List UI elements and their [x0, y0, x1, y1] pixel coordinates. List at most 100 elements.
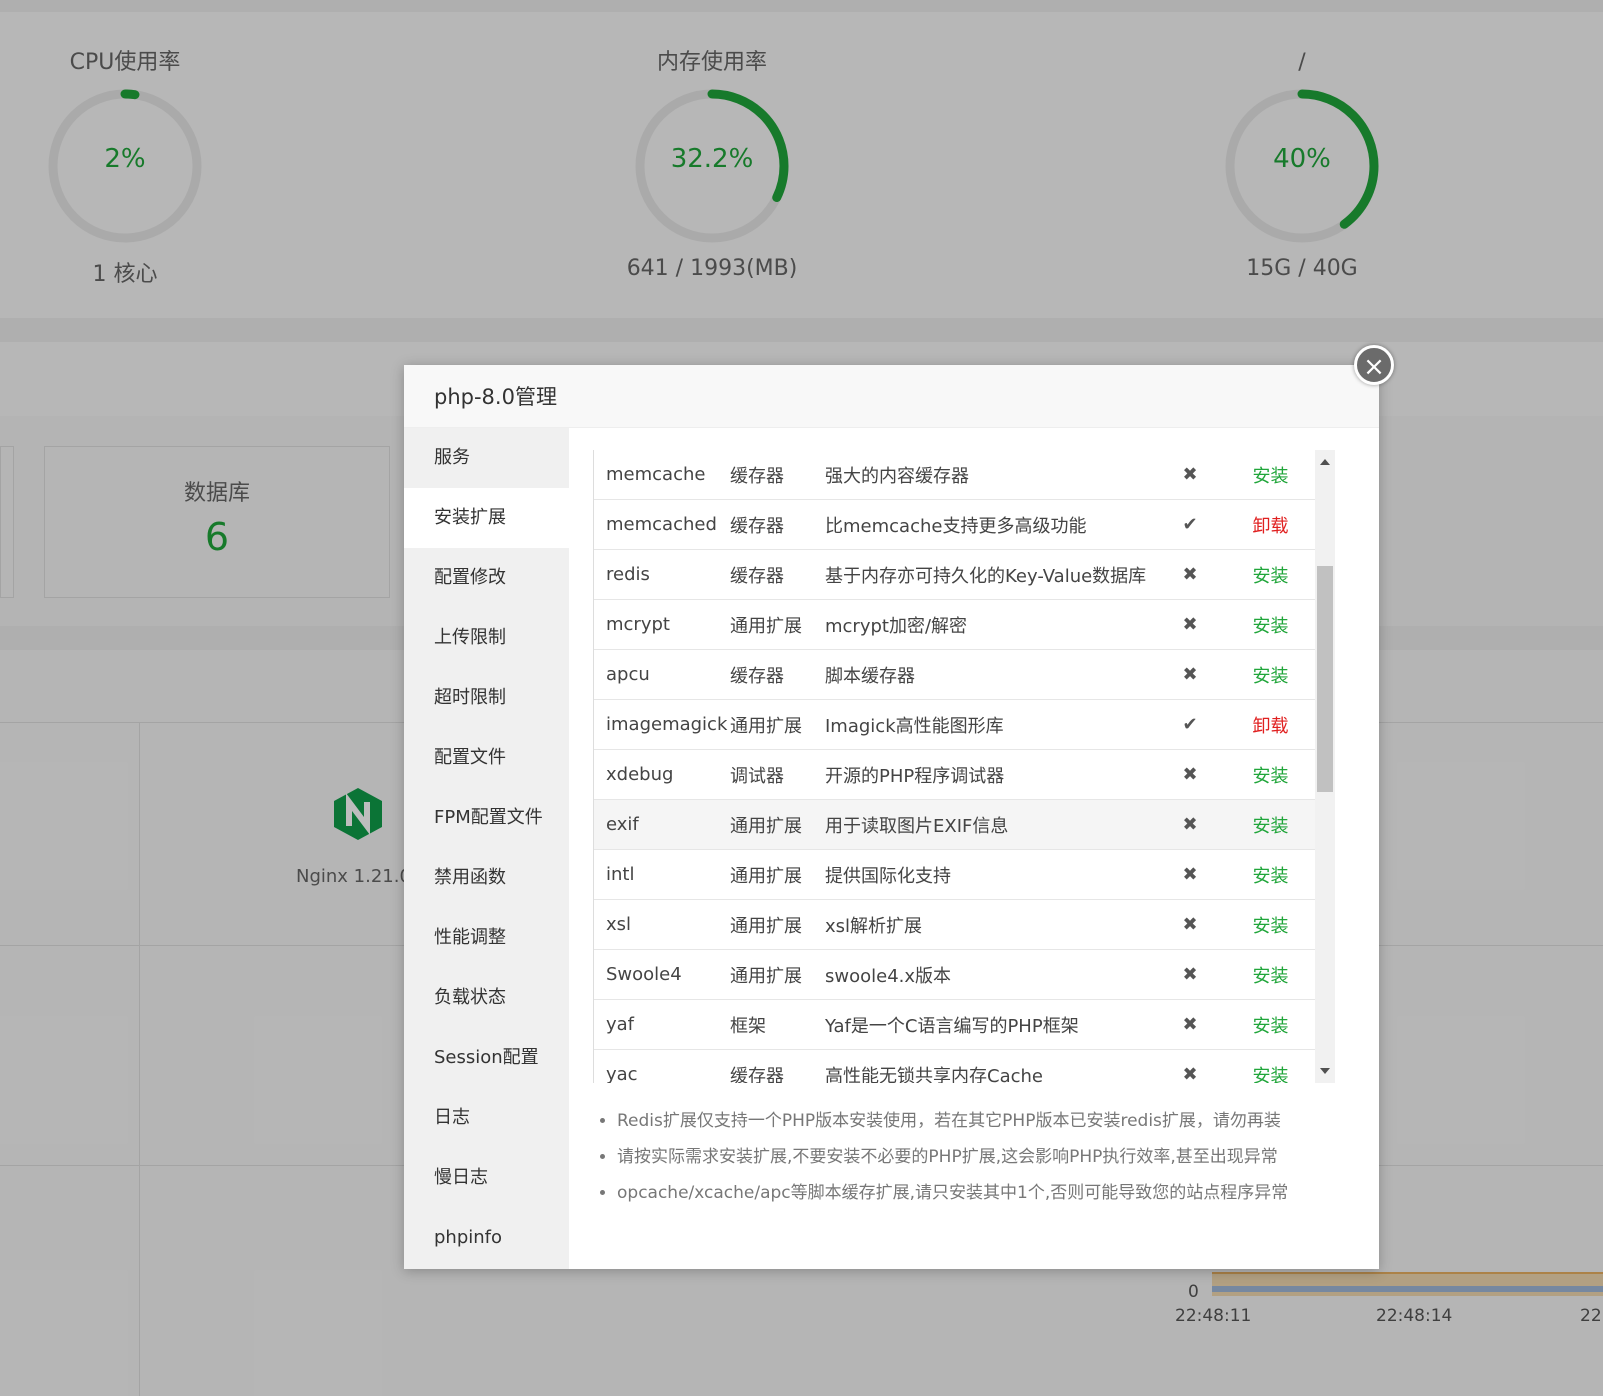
- install-link[interactable]: 安装: [1253, 816, 1289, 837]
- extension-name: xdebug: [594, 749, 730, 800]
- not-installed-x-icon: ✖: [1155, 849, 1225, 900]
- extension-desc: mcrypt加密/解密: [825, 599, 1155, 650]
- close-dialog-button[interactable]: ×: [1354, 345, 1394, 385]
- extension-type: 通用扩展: [730, 699, 825, 750]
- install-link[interactable]: 安装: [1253, 466, 1289, 487]
- extension-type: 框架: [730, 999, 825, 1050]
- install-link[interactable]: 安装: [1253, 916, 1289, 937]
- install-link[interactable]: 安装: [1253, 866, 1289, 887]
- table-row: memcache 缓存器 强大的内容缓存器 ✖ 安装: [594, 450, 1316, 500]
- extension-desc: 高性能无锁共享内存Cache: [825, 1049, 1155, 1083]
- extension-type: 缓存器: [730, 450, 825, 500]
- sidebar-item-config-file[interactable]: 配置文件: [404, 728, 569, 788]
- extension-type: 通用扩展: [730, 799, 825, 850]
- action-cell: 安装: [1225, 849, 1316, 900]
- action-cell: 安装: [1225, 949, 1316, 1000]
- install-link[interactable]: 安装: [1253, 1066, 1289, 1084]
- table-row: Swoole4 通用扩展 swoole4.x版本 ✖ 安装: [594, 949, 1316, 1000]
- action-cell: 安装: [1225, 799, 1316, 850]
- extension-name: redis: [594, 549, 730, 600]
- scroll-up-arrow-icon[interactable]: [1320, 459, 1330, 465]
- not-installed-x-icon: ✖: [1155, 749, 1225, 800]
- not-installed-x-icon: ✖: [1155, 899, 1225, 950]
- sidebar-item-extensions[interactable]: 安装扩展: [404, 488, 569, 548]
- sidebar-item-slow-log[interactable]: 慢日志: [404, 1148, 569, 1208]
- table-row: yaf 框架 Yaf是一个C语言编写的PHP框架 ✖ 安装: [594, 999, 1316, 1050]
- table-row: mcrypt 通用扩展 mcrypt加密/解密 ✖ 安装: [594, 599, 1316, 650]
- not-installed-x-icon: ✖: [1155, 949, 1225, 1000]
- sidebar-item-performance[interactable]: 性能调整: [404, 908, 569, 968]
- extension-desc: 提供国际化支持: [825, 849, 1155, 900]
- extension-desc: Imagick高性能图形库: [825, 699, 1155, 750]
- action-cell: 卸载: [1225, 699, 1316, 750]
- scroll-thumb[interactable]: [1317, 566, 1333, 792]
- action-cell: 安装: [1225, 899, 1316, 950]
- extension-desc: 比memcache支持更多高级功能: [825, 499, 1155, 550]
- extension-desc: 强大的内容缓存器: [825, 450, 1155, 500]
- sidebar-item-fpm-config[interactable]: FPM配置文件: [404, 788, 569, 848]
- action-cell: 安装: [1225, 599, 1316, 650]
- extension-desc: 开源的PHP程序调试器: [825, 749, 1155, 800]
- extension-type: 通用扩展: [730, 949, 825, 1000]
- extension-name: intl: [594, 849, 730, 900]
- sidebar-item-phpinfo[interactable]: phpinfo: [404, 1208, 569, 1268]
- sidebar-item-log[interactable]: 日志: [404, 1088, 569, 1148]
- installed-check-icon: ✔: [1155, 499, 1225, 550]
- extensions-table-container[interactable]: memcache 缓存器 强大的内容缓存器 ✖ 安装 memcached 缓存器 比memca…: [593, 450, 1334, 1083]
- dialog-content: memcache 缓存器 强大的内容缓存器 ✖ 安装 memcached 缓存器 比memca…: [569, 428, 1379, 1269]
- close-icon: ×: [1363, 352, 1385, 382]
- uninstall-link[interactable]: 卸载: [1253, 716, 1289, 737]
- action-cell: 安装: [1225, 549, 1316, 600]
- not-installed-x-icon: ✖: [1155, 1049, 1225, 1083]
- table-row: xsl 通用扩展 xsl解析扩展 ✖ 安装: [594, 899, 1316, 950]
- table-row: redis 缓存器 基于内存亦可持久化的Key-Value数据库 ✖ 安装: [594, 549, 1316, 600]
- table-row: exif 通用扩展 用于读取图片EXIF信息 ✖ 安装: [594, 799, 1316, 850]
- extensions-table: memcache 缓存器 强大的内容缓存器 ✖ 安装 memcached 缓存器 比memca…: [594, 450, 1316, 1083]
- install-link[interactable]: 安装: [1253, 766, 1289, 787]
- install-link[interactable]: 安装: [1253, 616, 1289, 637]
- dialog-sidebar: 服务 安装扩展 配置修改 上传限制 超时限制 配置文件 FPM配置文件 禁用函数…: [404, 428, 569, 1269]
- not-installed-x-icon: ✖: [1155, 549, 1225, 600]
- note-item: 请按实际需求安装扩展,不要安装不必要的PHP扩展,这会影响PHP执行效率,甚至出…: [617, 1139, 1357, 1175]
- not-installed-x-icon: ✖: [1155, 450, 1225, 500]
- extension-name: Swoole4: [594, 949, 730, 1000]
- extension-type: 缓存器: [730, 549, 825, 600]
- extension-type: 通用扩展: [730, 599, 825, 650]
- action-cell: 安装: [1225, 999, 1316, 1050]
- table-row: yac 缓存器 高性能无锁共享内存Cache ✖ 安装: [594, 1049, 1316, 1084]
- table-scrollbar[interactable]: [1315, 450, 1335, 1083]
- scroll-down-arrow-icon[interactable]: [1320, 1068, 1330, 1074]
- extension-name: apcu: [594, 649, 730, 700]
- uninstall-link[interactable]: 卸载: [1253, 516, 1289, 537]
- install-link[interactable]: 安装: [1253, 966, 1289, 987]
- sidebar-item-timeout-limit[interactable]: 超时限制: [404, 668, 569, 728]
- not-installed-x-icon: ✖: [1155, 999, 1225, 1050]
- extension-desc: Yaf是一个C语言编写的PHP框架: [825, 999, 1155, 1050]
- extension-desc: swoole4.x版本: [825, 949, 1155, 1000]
- note-item: opcache/xcache/apc等脚本缓存扩展,请只安装其中1个,否则可能导…: [617, 1175, 1357, 1211]
- sidebar-item-upload-limit[interactable]: 上传限制: [404, 608, 569, 668]
- sidebar-item-load-status[interactable]: 负载状态: [404, 968, 569, 1028]
- sidebar-item-config-edit[interactable]: 配置修改: [404, 548, 569, 608]
- table-row: intl 通用扩展 提供国际化支持 ✖ 安装: [594, 849, 1316, 900]
- extension-type: 缓存器: [730, 499, 825, 550]
- extension-type: 调试器: [730, 749, 825, 800]
- sidebar-item-service[interactable]: 服务: [404, 428, 569, 488]
- install-link[interactable]: 安装: [1253, 566, 1289, 587]
- not-installed-x-icon: ✖: [1155, 799, 1225, 850]
- extension-name: yaf: [594, 999, 730, 1050]
- installed-check-icon: ✔: [1155, 699, 1225, 750]
- extension-name: mcrypt: [594, 599, 730, 650]
- action-cell: 安装: [1225, 450, 1316, 500]
- extension-name: yac: [594, 1049, 730, 1083]
- install-link[interactable]: 安装: [1253, 1016, 1289, 1037]
- sidebar-item-disabled-functions[interactable]: 禁用函数: [404, 848, 569, 908]
- extension-desc: xsl解析扩展: [825, 899, 1155, 950]
- sidebar-item-session-config[interactable]: Session配置: [404, 1028, 569, 1088]
- extension-name: memcache: [594, 450, 730, 500]
- action-cell: 安装: [1225, 749, 1316, 800]
- extension-name: memcached: [594, 499, 730, 550]
- not-installed-x-icon: ✖: [1155, 599, 1225, 650]
- install-link[interactable]: 安装: [1253, 666, 1289, 687]
- extension-name: imagemagick: [594, 699, 730, 750]
